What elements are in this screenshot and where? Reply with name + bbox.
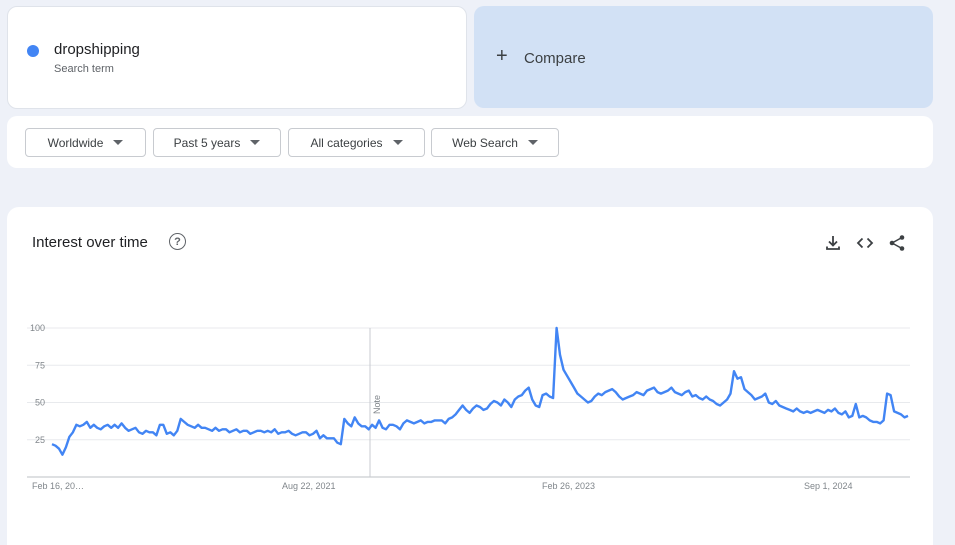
chevron-down-icon xyxy=(392,140,403,145)
filter-region-label: Worldwide xyxy=(47,135,104,150)
plus-icon: + xyxy=(496,45,508,67)
series-color-dot xyxy=(27,45,39,57)
filter-search-type-dropdown[interactable]: Web Search xyxy=(431,128,559,157)
compare-button[interactable]: + Compare xyxy=(474,6,933,108)
filter-category-label: All categories xyxy=(310,135,383,150)
note-label[interactable]: Note xyxy=(372,395,382,414)
trends-page: dropshipping Search term + Compare World… xyxy=(0,0,955,545)
series-line-dropshipping xyxy=(51,326,909,456)
filter-time-label: Past 5 years xyxy=(173,135,241,150)
filter-time-dropdown[interactable]: Past 5 years xyxy=(153,128,281,157)
x-tick-label: Feb 16, 20… xyxy=(32,481,84,491)
interest-line-chart[interactable]: 25 50 75 100 Feb 16, 20… Aug 22, 2021 Feb 26, … xyxy=(7,207,933,527)
y-tick-label: 25 xyxy=(35,435,45,445)
search-term-card[interactable]: dropshipping Search term xyxy=(7,6,467,109)
x-tick-label: Sep 1, 2024 xyxy=(804,481,853,491)
search-term-name[interactable]: dropshipping xyxy=(54,41,140,58)
filter-category-dropdown[interactable]: All categories xyxy=(288,128,425,157)
chevron-down-icon xyxy=(113,140,124,145)
search-term-subtitle: Search term xyxy=(54,63,114,75)
interest-over-time-card: Interest over time ? 25 50 75 100 Feb 16, 20… xyxy=(7,207,933,545)
chevron-down-icon xyxy=(527,140,538,145)
x-tick-label: Aug 22, 2021 xyxy=(282,481,336,491)
chevron-down-icon xyxy=(250,140,261,145)
y-tick-label: 50 xyxy=(35,398,45,408)
filter-region-dropdown[interactable]: Worldwide xyxy=(25,128,146,157)
y-tick-label: 75 xyxy=(35,360,45,370)
filter-search-type-label: Web Search xyxy=(452,135,518,150)
filter-bar: Worldwide Past 5 years All categories We… xyxy=(7,116,933,168)
x-tick-label: Feb 26, 2023 xyxy=(542,481,595,491)
compare-label: Compare xyxy=(524,50,586,67)
y-tick-label: 100 xyxy=(30,323,45,333)
